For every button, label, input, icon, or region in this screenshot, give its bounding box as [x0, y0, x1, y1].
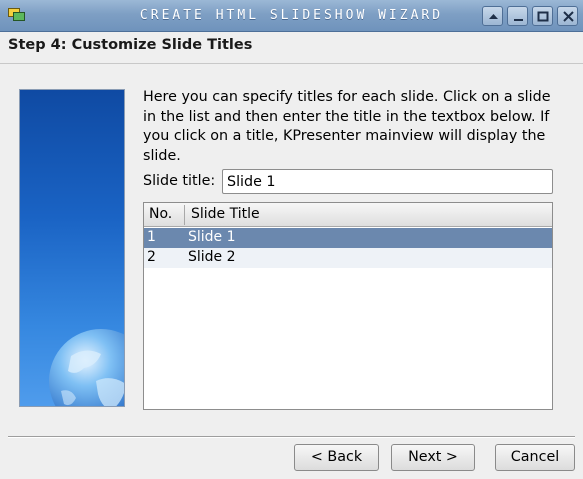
cancel-button[interactable]: Cancel: [495, 444, 575, 471]
minimize-button[interactable]: [507, 6, 528, 26]
step-description: Here you can specify titles for each sli…: [143, 89, 551, 164]
slide-list-header: No. Slide Title: [144, 203, 552, 227]
globe-icon: [49, 329, 124, 406]
list-item[interactable]: 1 Slide 1: [144, 228, 552, 248]
slide-title-input[interactable]: [222, 169, 553, 194]
list-item-title: Slide 1: [188, 229, 236, 245]
footer-divider: [8, 436, 575, 437]
shade-button[interactable]: [482, 6, 503, 26]
maximize-icon: [537, 11, 549, 22]
list-item[interactable]: 2 Slide 2: [144, 248, 552, 268]
close-icon: [563, 11, 574, 22]
maximize-button[interactable]: [532, 6, 553, 26]
back-button[interactable]: < Back: [294, 444, 379, 471]
close-button[interactable]: [557, 6, 578, 26]
minimize-icon: [514, 19, 523, 21]
next-button[interactable]: Next >: [391, 444, 475, 471]
list-item-no: 1: [147, 229, 156, 245]
step-header: Step 4: Customize Slide Titles: [0, 32, 583, 64]
list-item-title: Slide 2: [188, 249, 236, 265]
column-divider[interactable]: [184, 205, 185, 225]
column-header-no[interactable]: No.: [149, 206, 172, 222]
list-item-no: 2: [147, 249, 156, 265]
slide-title-label: Slide title:: [143, 173, 216, 189]
slide-list[interactable]: No. Slide Title 1 Slide 1 2 Slide 2: [143, 202, 553, 410]
window-titlebar[interactable]: Create HTML Slideshow Wizard: [0, 0, 583, 32]
column-header-slide-title[interactable]: Slide Title: [191, 206, 260, 222]
wizard-side-image: [19, 89, 125, 407]
shade-icon: [489, 14, 498, 19]
step-title: Step 4: Customize Slide Titles: [8, 37, 253, 53]
